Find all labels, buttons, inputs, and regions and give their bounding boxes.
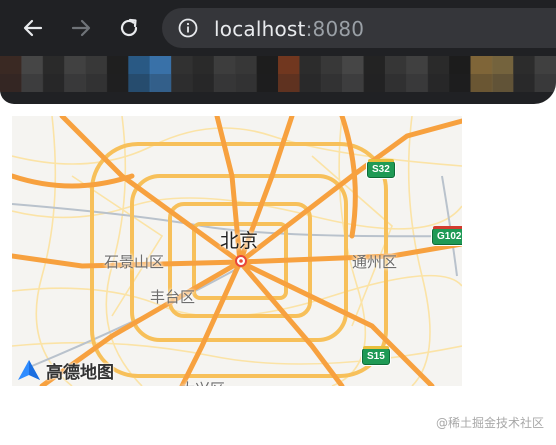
bookmark-tile[interactable]: [192, 56, 215, 74]
bookmark-tile[interactable]: [64, 56, 87, 74]
bookmark-tile[interactable]: [534, 56, 556, 74]
bookmark-tile[interactable]: [42, 56, 65, 74]
bookmark-tile[interactable]: [171, 56, 193, 74]
bookmark-tile[interactable]: [491, 56, 514, 74]
bookmark-tile[interactable]: [192, 74, 215, 92]
bookmark-tile[interactable]: [449, 74, 471, 92]
district-label-shijingshan: 石景山区: [104, 253, 165, 271]
bookmark-tile[interactable]: [235, 74, 258, 92]
forward-button[interactable]: [67, 14, 95, 42]
bookmark-tile[interactable]: [470, 56, 493, 74]
bookmark-tile[interactable]: [278, 74, 300, 92]
url-port: :8080: [305, 17, 365, 41]
bookmark-tile[interactable]: [406, 56, 429, 74]
highway-shield-g102: G102: [432, 226, 462, 245]
bookmark-tile[interactable]: [0, 74, 22, 92]
bookmark-tile[interactable]: [513, 74, 536, 92]
bookmark-tile[interactable]: [106, 56, 129, 74]
reload-button[interactable]: [115, 14, 143, 42]
bookmark-tile[interactable]: [149, 74, 172, 92]
bookmark-tile[interactable]: [299, 56, 322, 74]
bookmark-tile[interactable]: [171, 74, 193, 92]
bookmark-tile[interactable]: [85, 56, 108, 74]
district-label-tongzhou: 通州区: [352, 253, 398, 271]
bookmark-tile[interactable]: [64, 74, 87, 92]
bookmark-tile[interactable]: [449, 56, 471, 74]
address-bar[interactable]: localhost:8080: [162, 8, 556, 48]
forward-arrow-icon: [71, 19, 91, 37]
bookmark-tile[interactable]: [256, 74, 279, 92]
bookmark-tile[interactable]: [427, 56, 450, 74]
bookmark-tile[interactable]: [384, 56, 407, 74]
bookmark-tile[interactable]: [427, 74, 450, 92]
bookmark-tile[interactable]: [342, 74, 365, 92]
bookmarks-bar: [0, 56, 556, 96]
back-arrow-icon: [23, 19, 43, 37]
bookmark-tile[interactable]: [513, 56, 536, 74]
bookmark-tile[interactable]: [128, 56, 151, 74]
info-icon[interactable]: [178, 18, 198, 43]
back-button[interactable]: [19, 14, 47, 42]
district-label-fengtai: 丰台区: [150, 288, 196, 306]
bookmark-tile[interactable]: [128, 74, 151, 92]
bookmark-tile[interactable]: [21, 74, 44, 92]
bookmark-tile[interactable]: [278, 56, 300, 74]
blurred-bookmarks: [0, 56, 556, 92]
bookmark-tile[interactable]: [149, 56, 172, 74]
bookmark-tile[interactable]: [235, 56, 258, 74]
bookmark-tile[interactable]: [299, 74, 322, 92]
district-label-daxing: 大兴区: [180, 378, 225, 386]
amap-logo-icon: [18, 360, 40, 380]
bookmark-tile[interactable]: [42, 74, 65, 92]
bookmark-tile[interactable]: [363, 56, 386, 74]
bookmark-tile[interactable]: [491, 74, 514, 92]
browser-toolbar: localhost:8080: [0, 0, 556, 104]
highway-shield-s15: S15: [362, 346, 390, 365]
bookmark-tile[interactable]: [384, 74, 407, 92]
bookmark-tile[interactable]: [106, 74, 129, 92]
bookmark-tile[interactable]: [256, 56, 279, 74]
url-host: localhost: [214, 17, 306, 41]
bookmark-tile[interactable]: [470, 74, 493, 92]
bookmark-tile[interactable]: [213, 56, 236, 74]
bookmark-tile[interactable]: [363, 74, 386, 92]
reload-icon: [120, 18, 138, 37]
bookmark-tile[interactable]: [342, 56, 365, 74]
url-text[interactable]: localhost:8080: [214, 17, 364, 41]
bookmark-tile[interactable]: [320, 56, 343, 74]
bookmark-tile[interactable]: [534, 74, 556, 92]
bookmark-tile[interactable]: [0, 56, 22, 74]
amap-logo-text: 高德地图: [46, 362, 114, 383]
highway-shield-s32: S32: [367, 159, 395, 178]
city-label: 北京: [220, 230, 259, 252]
bookmark-tile[interactable]: [21, 56, 44, 74]
bookmark-tile[interactable]: [85, 74, 108, 92]
bookmark-tile[interactable]: [406, 74, 429, 92]
amap-logo[interactable]: 高德地图: [16, 358, 114, 383]
bookmark-tile[interactable]: [320, 74, 343, 92]
map-view[interactable]: 北京 石景山区 通州区 丰台区 大兴区 S32 G102 S15 高德地图: [12, 116, 462, 386]
bookmark-tile[interactable]: [213, 74, 236, 92]
watermark: @稀土掘金技术社区: [435, 416, 544, 430]
